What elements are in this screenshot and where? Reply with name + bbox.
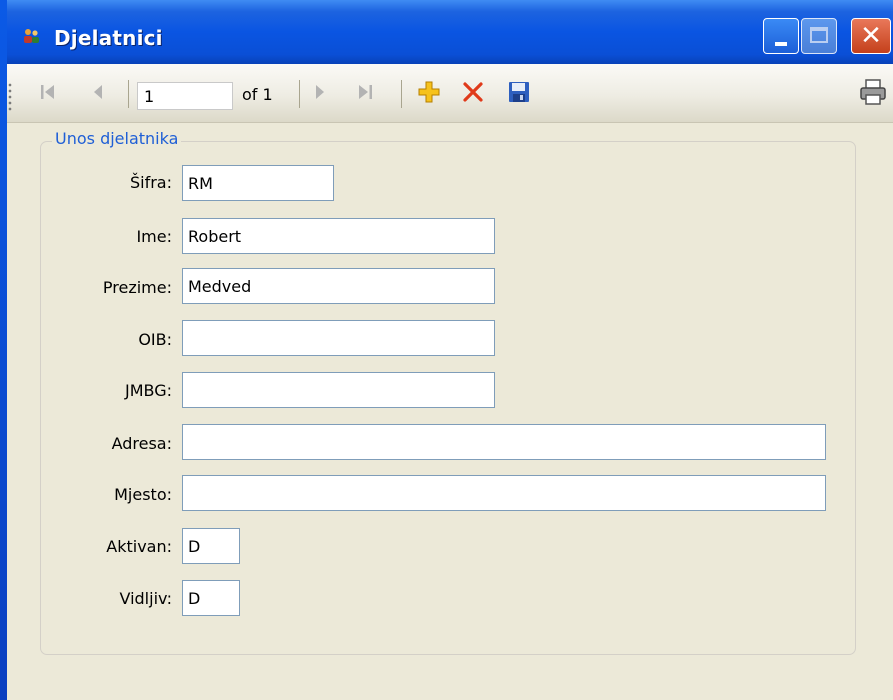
position-input[interactable] xyxy=(138,83,232,109)
prezime-label: Prezime: xyxy=(102,278,172,297)
close-button[interactable]: ✕ xyxy=(851,18,891,54)
minimize-button[interactable] xyxy=(763,18,799,54)
vidljiv-label: Vidljiv: xyxy=(119,589,172,608)
jmbg-label: JMBG: xyxy=(124,381,172,400)
count-label: of 1 xyxy=(242,85,273,104)
adresa-label: Adresa: xyxy=(111,434,172,453)
mjesto-label: Mjesto: xyxy=(114,485,172,504)
ime-field[interactable] xyxy=(182,218,495,254)
people-icon xyxy=(24,29,39,43)
toolbar-separator xyxy=(401,80,402,108)
mjesto-field[interactable] xyxy=(182,475,826,511)
aktivan-field[interactable] xyxy=(182,528,240,564)
sifra-label: Šifra: xyxy=(129,173,172,192)
delete-icon[interactable] xyxy=(461,80,485,104)
vidljiv-field[interactable] xyxy=(182,580,240,616)
print-icon[interactable] xyxy=(858,77,888,107)
save-icon[interactable] xyxy=(507,80,531,104)
aktivan-label: Aktivan: xyxy=(106,537,172,556)
toolbar-grip[interactable] xyxy=(8,82,12,112)
oib-label: OIB: xyxy=(138,330,172,349)
position-field[interactable] xyxy=(137,82,233,110)
toolbar-separator xyxy=(299,80,300,108)
window: Djelatnici ✕ of 1 Uno xyxy=(0,0,893,700)
sifra-field[interactable] xyxy=(182,165,334,201)
move-first-icon[interactable] xyxy=(35,80,59,104)
group-title: Unos djelatnika xyxy=(52,129,182,148)
close-icon: ✕ xyxy=(860,21,882,51)
ime-label: Ime: xyxy=(136,227,172,246)
move-previous-icon[interactable] xyxy=(86,80,110,104)
move-last-icon[interactable] xyxy=(354,80,378,104)
toolbar-separator xyxy=(128,80,129,108)
add-new-icon[interactable] xyxy=(417,80,441,104)
prezime-field[interactable] xyxy=(182,268,495,304)
oib-field[interactable] xyxy=(182,320,495,356)
title-bar[interactable]: Djelatnici ✕ xyxy=(0,0,893,64)
move-next-icon[interactable] xyxy=(308,80,332,104)
adresa-field[interactable] xyxy=(182,424,826,460)
jmbg-field[interactable] xyxy=(182,372,495,408)
maximize-button[interactable] xyxy=(801,18,837,54)
window-frame xyxy=(0,0,7,700)
window-title: Djelatnici xyxy=(54,26,163,50)
